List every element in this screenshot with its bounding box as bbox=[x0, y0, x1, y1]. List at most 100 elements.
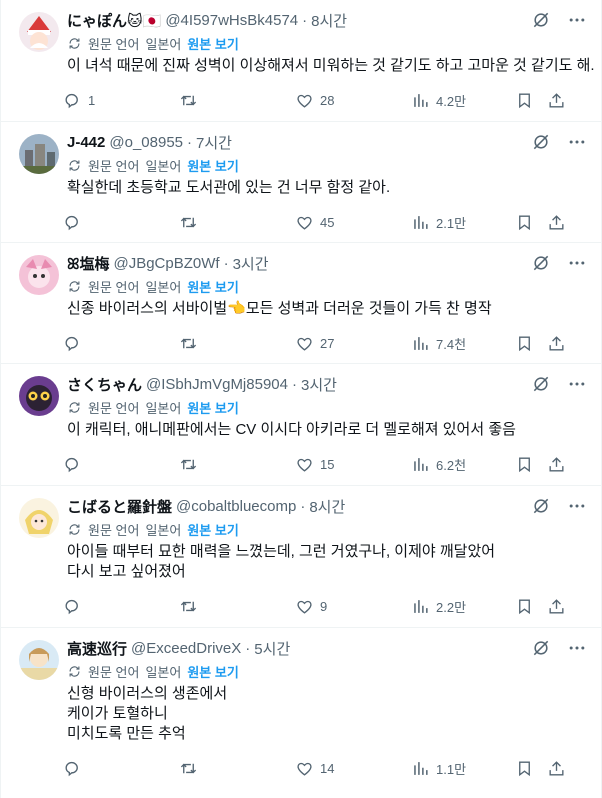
views-button[interactable]: 2.1만 bbox=[411, 213, 515, 232]
reply-button[interactable] bbox=[63, 334, 179, 353]
share-icon bbox=[549, 598, 564, 614]
more-icon[interactable] bbox=[567, 638, 587, 658]
retweet-button[interactable] bbox=[179, 597, 295, 616]
retweet-icon bbox=[180, 763, 197, 773]
user-handle[interactable]: @JBgCpBZ0Wf bbox=[113, 255, 219, 272]
show-original-link[interactable]: 원본 보기 bbox=[187, 156, 238, 175]
reply-button[interactable] bbox=[63, 759, 179, 778]
display-name[interactable]: さくちゃん bbox=[67, 374, 142, 395]
share-button[interactable] bbox=[547, 759, 567, 778]
retweet-button[interactable] bbox=[179, 91, 295, 110]
avatar[interactable] bbox=[19, 640, 59, 680]
views-button[interactable]: 6.2천 bbox=[411, 455, 515, 474]
translation-bar: 원문 언어 일본어 원본 보기 bbox=[67, 278, 585, 295]
like-button[interactable]: 28 bbox=[295, 91, 411, 110]
show-original-link[interactable]: 원본 보기 bbox=[187, 277, 238, 296]
share-button[interactable] bbox=[547, 334, 567, 353]
tweet[interactable]: ꕤ塩梅 @JBgCpBZ0Wf · 3시간 원문 언어 일본어 원본 보기 신종… bbox=[1, 243, 601, 364]
timestamp[interactable]: 3시간 bbox=[301, 374, 337, 395]
views-button[interactable]: 2.2만 bbox=[411, 597, 515, 616]
reply-icon bbox=[65, 93, 78, 108]
more-icon[interactable] bbox=[567, 374, 587, 394]
share-button[interactable] bbox=[547, 597, 567, 616]
avatar[interactable] bbox=[19, 376, 59, 416]
reply-button[interactable] bbox=[63, 597, 179, 616]
bookmark-button[interactable] bbox=[515, 455, 547, 474]
reply-button[interactable] bbox=[63, 213, 179, 232]
reply-button[interactable]: 1 bbox=[63, 91, 179, 110]
share-button[interactable] bbox=[547, 213, 567, 232]
bookmark-button[interactable] bbox=[515, 213, 547, 232]
separator-dot: · bbox=[187, 133, 192, 151]
user-handle[interactable]: @ExceedDriveX bbox=[131, 640, 241, 657]
more-icon[interactable] bbox=[567, 253, 587, 273]
timestamp[interactable]: 7시간 bbox=[196, 132, 232, 153]
header-actions bbox=[531, 253, 587, 273]
share-button[interactable] bbox=[547, 91, 567, 110]
views-button[interactable]: 7.4천 bbox=[411, 334, 515, 353]
retweet-button[interactable] bbox=[179, 334, 295, 353]
like-button[interactable]: 9 bbox=[295, 597, 411, 616]
user-handle[interactable]: @4I597wHsBk4574 bbox=[165, 12, 298, 29]
avatar[interactable] bbox=[19, 498, 59, 538]
tweet[interactable]: 高速巡行 @ExceedDriveX · 5시간 원문 언어 일본어 원본 보기… bbox=[1, 628, 601, 792]
avatar[interactable] bbox=[19, 12, 59, 52]
show-original-link[interactable]: 원본 보기 bbox=[187, 662, 238, 681]
tweet[interactable]: J-442 @o_08955 · 7시간 원문 언어 일본어 원본 보기 확실한… bbox=[1, 122, 601, 243]
more-icon[interactable] bbox=[567, 10, 587, 30]
show-original-link[interactable]: 원본 보기 bbox=[187, 398, 238, 417]
grok-icon[interactable] bbox=[531, 374, 551, 394]
tweet[interactable]: さくちゃん @ISbhJmVgMj85904 · 3시간 원문 언어 일본어 원… bbox=[1, 364, 601, 486]
views-button[interactable]: 4.2만 bbox=[411, 91, 515, 110]
show-original-link[interactable]: 원본 보기 bbox=[187, 520, 238, 539]
grok-icon[interactable] bbox=[531, 638, 551, 658]
bookmark-button[interactable] bbox=[515, 759, 547, 778]
like-button[interactable]: 14 bbox=[295, 759, 411, 778]
avatar[interactable] bbox=[19, 255, 59, 295]
user-handle[interactable]: @o_08955 bbox=[109, 134, 183, 151]
more-icon[interactable] bbox=[567, 496, 587, 516]
bookmark-button[interactable] bbox=[515, 334, 547, 353]
tweet-actions: 45 2.1만 bbox=[63, 202, 585, 242]
tweet[interactable]: こばると羅針盤 @cobaltbluecomp · 8시간 원문 언어 일본어 … bbox=[1, 486, 601, 628]
timestamp[interactable]: 8시간 bbox=[309, 496, 345, 517]
user-handle[interactable]: @ISbhJmVgMj85904 bbox=[146, 376, 288, 393]
like-count: 27 bbox=[320, 335, 335, 351]
views-icon bbox=[414, 93, 428, 107]
like-button[interactable]: 45 bbox=[295, 213, 411, 232]
reply-count: 1 bbox=[88, 92, 96, 108]
reply-button[interactable] bbox=[63, 455, 179, 474]
display-name[interactable]: こばると羅針盤 bbox=[67, 496, 172, 517]
reply-icon bbox=[65, 457, 78, 472]
timestamp[interactable]: 5시간 bbox=[254, 638, 290, 659]
timestamp[interactable]: 3시간 bbox=[233, 253, 269, 274]
retweet-icon bbox=[180, 217, 197, 227]
bookmark-button[interactable] bbox=[515, 597, 547, 616]
bookmark-button[interactable] bbox=[515, 91, 547, 110]
timestamp[interactable]: 8시간 bbox=[311, 10, 347, 31]
like-button[interactable]: 27 bbox=[295, 334, 411, 353]
display-name[interactable]: にゃぽん🐱🇯🇵 bbox=[67, 10, 161, 31]
share-button[interactable] bbox=[547, 455, 567, 474]
translate-icon bbox=[69, 666, 80, 677]
show-original-link[interactable]: 원본 보기 bbox=[187, 34, 238, 53]
avatar[interactable] bbox=[19, 134, 59, 174]
user-handle[interactable]: @cobaltbluecomp bbox=[176, 498, 296, 515]
share-icon bbox=[549, 335, 564, 351]
display-name[interactable]: ꕤ塩梅 bbox=[67, 253, 109, 274]
grok-icon[interactable] bbox=[531, 132, 551, 152]
display-name[interactable]: 高速巡行 bbox=[67, 638, 127, 659]
more-icon[interactable] bbox=[567, 132, 587, 152]
grok-icon[interactable] bbox=[531, 496, 551, 516]
retweet-button[interactable] bbox=[179, 213, 295, 232]
retweet-button[interactable] bbox=[179, 759, 295, 778]
grok-icon[interactable] bbox=[531, 253, 551, 273]
heart-icon bbox=[297, 458, 312, 472]
views-button[interactable]: 1.1만 bbox=[411, 759, 515, 778]
display-name[interactable]: J-442 bbox=[67, 134, 105, 151]
bookmark-icon bbox=[519, 760, 530, 776]
like-button[interactable]: 15 bbox=[295, 455, 411, 474]
tweet[interactable]: にゃぽん🐱🇯🇵 @4I597wHsBk4574 · 8시간 원문 언어 일본어 … bbox=[1, 0, 601, 122]
retweet-button[interactable] bbox=[179, 455, 295, 474]
grok-icon[interactable] bbox=[531, 10, 551, 30]
